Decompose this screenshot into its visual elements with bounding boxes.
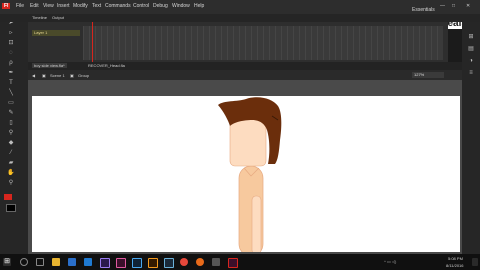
back-arrow-icon[interactable]: ◀	[32, 73, 35, 78]
pencil-tool-icon[interactable]: ✎	[5, 110, 17, 116]
bone-tool-icon[interactable]: ⚲	[5, 130, 17, 136]
brush-tool-icon[interactable]: ▯	[5, 120, 17, 126]
file-explorer-icon[interactable]	[52, 258, 60, 266]
notifications-icon[interactable]	[472, 258, 478, 266]
align-icon[interactable]: ≡	[465, 70, 477, 76]
transform-tool-icon[interactable]: ⊡	[5, 40, 17, 46]
timeline-panel: Layer 1	[28, 22, 448, 62]
3d-rotation-tool-icon[interactable]: ◌	[5, 50, 17, 56]
breadcrumb-scene[interactable]: Scene 1	[50, 73, 65, 78]
properties-panel-strip: ⊞ ▤ ◑ ≡	[462, 14, 480, 254]
pen-tool-icon[interactable]: ✒	[5, 70, 17, 76]
character-arm	[251, 195, 262, 255]
animate-active-icon[interactable]	[228, 258, 238, 268]
lasso-tool-icon[interactable]: ρ	[5, 60, 17, 66]
menu-modify[interactable]: Modify	[73, 3, 88, 9]
eyedropper-tool-icon[interactable]: ⁄	[5, 150, 17, 156]
layer-row[interactable]: Layer 1	[32, 30, 80, 36]
windows-taskbar: ⊞ ^ ▭ ◁) 5:08 PM 8/11/2016	[0, 254, 480, 270]
menu-control[interactable]: Control	[133, 3, 149, 9]
tab-document-recover[interactable]: RECOVER_Head.fla	[88, 63, 125, 68]
library-icon[interactable]: ▤	[465, 46, 477, 52]
tab-timeline[interactable]: Timeline	[32, 15, 47, 20]
stage[interactable]	[32, 96, 460, 257]
tab-output[interactable]: Output	[52, 15, 64, 20]
search-icon[interactable]	[20, 258, 28, 266]
menu-debug[interactable]: Debug	[153, 3, 168, 9]
color-icon[interactable]: ◑	[465, 58, 477, 64]
menu-text[interactable]: Text	[92, 3, 101, 9]
menu-file[interactable]: File	[16, 3, 24, 9]
character-drawing	[218, 97, 282, 257]
stroke-color-swatch[interactable]	[4, 194, 12, 200]
illustrator-icon[interactable]	[148, 258, 158, 268]
menu-commands[interactable]: Commands	[105, 3, 131, 9]
taskbar-time: 5:08 PM	[448, 256, 463, 261]
zoom-tool-icon[interactable]: ⚲	[5, 180, 17, 186]
edge-icon[interactable]	[68, 258, 76, 266]
firefox-icon[interactable]	[196, 258, 204, 266]
rectangle-tool-icon[interactable]: ▭	[5, 100, 17, 106]
chrome-icon[interactable]	[180, 258, 188, 266]
timeline-tab-row: Timeline Output	[0, 14, 480, 22]
group-icon: ▣	[70, 73, 74, 78]
store-icon[interactable]	[84, 258, 92, 266]
properties-icon[interactable]: ⊞	[465, 34, 477, 40]
text-tool-icon[interactable]: T	[5, 80, 17, 86]
document-tabs: boy side view.fla* RECOVER_Head.fla	[28, 62, 462, 70]
premiere-icon[interactable]	[100, 258, 110, 268]
tab-document-active[interactable]: boy side view.fla*	[32, 63, 67, 68]
app-logo[interactable]: Fl	[2, 3, 11, 9]
playhead[interactable]	[92, 22, 93, 62]
line-tool-icon[interactable]: ╲	[5, 90, 17, 96]
taskbar-date: 8/11/2016	[446, 263, 464, 268]
breadcrumb-group[interactable]: Group	[78, 73, 89, 78]
tools-panel: ➤ ▹ ⊡ ◌ ρ ✒ T ╲ ▭ ✎ ▯ ⚲ ◆ ⁄ ▰ ✋ ⚲	[0, 14, 28, 254]
menu-window[interactable]: Window	[172, 3, 190, 9]
menu-view[interactable]: View	[43, 3, 54, 9]
photoshop-icon[interactable]	[132, 258, 142, 268]
windows-start-icon[interactable]: ⊞	[3, 258, 11, 266]
subselection-tool-icon[interactable]: ▹	[5, 30, 17, 36]
edit-bar: ◀ ▣ Scene 1 ▣ Group 127%	[28, 70, 462, 80]
hand-tool-icon[interactable]: ✋	[5, 170, 17, 176]
media-encoder-icon[interactable]	[164, 258, 174, 268]
close-icon[interactable]: ✕	[466, 3, 470, 9]
layer-name: Layer 1	[34, 30, 48, 35]
app-icon[interactable]	[212, 258, 220, 266]
paint-bucket-tool-icon[interactable]: ◆	[5, 140, 17, 146]
menu-bar: Fl File Edit View Insert Modify Text Com…	[0, 0, 480, 14]
tray-icons[interactable]: ^ ▭ ◁)	[384, 259, 396, 264]
fill-color-swatch[interactable]	[6, 204, 16, 212]
animate-icon[interactable]	[116, 258, 126, 268]
eraser-tool-icon[interactable]: ▰	[5, 160, 17, 166]
maximize-icon[interactable]: □	[452, 3, 455, 9]
timeline-frames[interactable]	[83, 26, 443, 60]
menu-edit[interactable]: Edit	[30, 3, 39, 9]
zoom-field[interactable]: 127%	[412, 72, 444, 78]
menu-help[interactable]: Help	[194, 3, 204, 9]
task-view-icon[interactable]	[36, 258, 44, 266]
scene-icon: ▣	[42, 73, 46, 78]
menu-insert[interactable]: Insert	[57, 3, 70, 9]
minimize-icon[interactable]: —	[440, 3, 445, 9]
